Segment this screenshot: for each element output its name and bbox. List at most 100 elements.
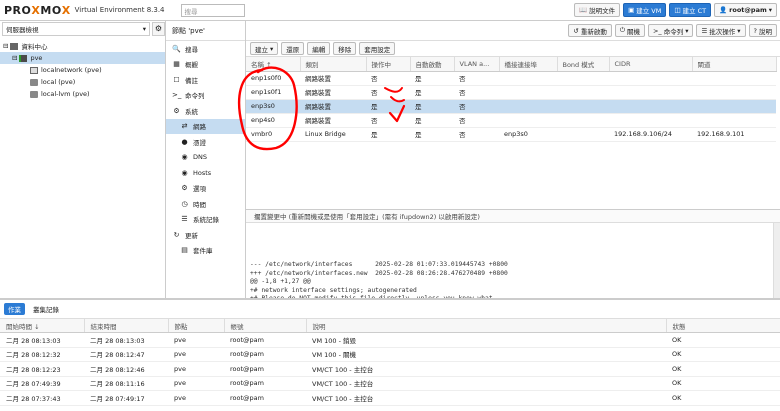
nav-item[interactable]: >_ 命令列 (166, 88, 245, 104)
column-header[interactable]: 帳號 (224, 318, 307, 333)
table-cell: 二月 28 08:12:32 (0, 347, 84, 362)
table-row[interactable]: enp4s0 網路裝置否是否 (246, 113, 776, 128)
bulk-actions-button[interactable]: ☰ 批次操作 ▾ (696, 24, 746, 37)
chevron-down-icon: ▾ (768, 6, 772, 14)
nav-icon: >_ (172, 91, 182, 100)
network-panel: ↺ 重新啟動 ⏻ 關機 >_ 命令列 ▾ ☰ 批次操作 ▾ ? 說明 建立 ▾ 還原 編輯 移除… (246, 21, 780, 298)
nav-item[interactable]: ● 憑證 (166, 134, 245, 150)
nav-item[interactable]: ◉ DNS (166, 150, 245, 166)
table-cell: 否 (454, 127, 499, 142)
table-cell: enp3s0 (246, 99, 300, 114)
table-cell (499, 85, 557, 100)
table-cell: vmbr0 (246, 127, 300, 142)
table-cell (557, 99, 609, 114)
nav-item-label: 系統記錄 (193, 216, 219, 225)
shutdown-button[interactable]: ⏻ 關機 (614, 24, 645, 37)
column-header[interactable]: 結束時間 (84, 318, 169, 333)
table-cell (692, 113, 776, 128)
reboot-button[interactable]: ↺ 重新啟動 (568, 24, 612, 37)
tab-cluster-log[interactable]: 叢集記錄 (29, 303, 63, 315)
table-row[interactable]: enp1s0f0 網路裝置否是否 (246, 71, 776, 86)
tree-node-pve[interactable]: ⊟ pve (0, 52, 165, 64)
nav-icon: ⇄ (181, 122, 188, 131)
nav-item[interactable]: ▦ 概觀 (166, 57, 245, 73)
column-header[interactable]: 閘道 (692, 57, 777, 72)
column-header[interactable]: 橋接連接埠 (499, 57, 558, 72)
column-header[interactable]: VLAN a... (454, 57, 500, 72)
table-cell: 是 (366, 99, 410, 114)
collapse-icon: ⊟ (12, 54, 18, 62)
tree-item[interactable]: localnetwork (pve) (0, 64, 165, 76)
create-vm-button[interactable]: ▣ 建立 VM (623, 3, 667, 17)
table-row[interactable]: vmbr0 Linux Bridge 是是否 enp3s0 192.168.9.106/… (246, 127, 776, 142)
tree-datacenter[interactable]: ⊟ 資料中心 (0, 40, 165, 52)
column-header[interactable]: 說明 (306, 318, 667, 333)
column-header[interactable]: Bond 模式 (557, 57, 610, 72)
create-ct-button[interactable]: ◫ 建立 CT (669, 3, 712, 17)
nav-item[interactable]: ↻ 更新 (166, 227, 245, 243)
search-input[interactable]: 搜尋 (180, 3, 245, 17)
column-header[interactable]: 狀態 (666, 318, 780, 333)
nav-icon: ◷ (181, 199, 188, 208)
diff-line: +++ /etc/network/interfaces.new 2025-02-… (250, 269, 508, 277)
table-cell: pve (168, 390, 224, 406)
nav-item[interactable]: ☰ 系統記錄 (166, 212, 245, 228)
table-cell: 是 (410, 71, 454, 86)
table-cell: 網路裝置 (300, 113, 366, 128)
revert-button[interactable]: 還原 (281, 42, 305, 55)
column-header[interactable]: 名稱 ↑ (246, 57, 301, 72)
column-header[interactable]: 自動啟動 (410, 57, 455, 72)
table-cell: 二月 28 08:12:23 (0, 361, 84, 377)
tree-item[interactable]: local (pve) (0, 76, 165, 88)
help-button[interactable]: ? 說明 (748, 24, 777, 37)
nav-item[interactable]: ⚙ 選項 (166, 181, 245, 197)
table-cell (557, 85, 609, 100)
table-cell: root@pam (224, 376, 306, 391)
table-cell: OK (666, 376, 780, 391)
column-header[interactable]: CIDR (609, 57, 693, 72)
top-header: PRO X MO X Virtual Environment 8.3.4 搜尋 📖 說明… (0, 0, 780, 21)
create-button[interactable]: 建立 ▾ (250, 42, 279, 55)
table-row[interactable]: 二月 28 08:13:03 二月 28 08:13:03 pve root@pam V… (0, 332, 780, 348)
collapse-icon: ⊟ (3, 42, 9, 50)
nav-item[interactable]: ◉ Hosts (166, 165, 245, 181)
nav-icon: ⚙ (173, 106, 180, 115)
tree-item[interactable]: local-lvm (pve) (0, 88, 165, 100)
table-row[interactable]: enp3s0 網路裝置是是否 (246, 99, 776, 114)
nav-item[interactable]: ☐ 備註 (166, 72, 245, 88)
user-menu-button[interactable]: 👤 root@pam ▾ (714, 3, 777, 17)
nav-item[interactable]: ◷ 時間 (166, 196, 245, 212)
nav-icon: ⚙ (181, 184, 188, 193)
nav-item-label: 憑證 (193, 138, 206, 147)
diff-line: +# network interface settings; autogener… (250, 286, 417, 294)
table-cell: 二月 28 08:13:03 (84, 332, 168, 348)
apply-config-button[interactable]: 套用設定 (359, 42, 396, 55)
column-header[interactable]: 開始時間 ↓ (0, 318, 85, 333)
table-row[interactable]: 二月 28 08:12:32 二月 28 08:12:47 pve root@pam V… (0, 347, 780, 362)
tab-tasks[interactable]: 作業 (4, 303, 25, 315)
diff-scrollbar[interactable] (773, 223, 780, 298)
nav-item[interactable]: 🔍 搜尋 (166, 41, 245, 57)
docs-button[interactable]: 📖 說明文件 (573, 3, 621, 17)
table-row[interactable]: enp1s0f1 網路裝置否是否 (246, 85, 776, 100)
table-row[interactable]: 二月 28 07:49:39 二月 28 08:11:16 pve root@pam V… (0, 376, 780, 391)
table-cell: OK (666, 390, 780, 406)
nav-item[interactable]: ⚙ 系統 (166, 103, 245, 119)
table-row[interactable]: 二月 28 07:37:43 二月 28 07:49:17 pve root@pam V… (0, 390, 780, 406)
column-header[interactable]: 操作中 (366, 57, 411, 72)
edit-button[interactable]: 編輯 (307, 42, 331, 55)
table-cell: OK (666, 332, 780, 348)
gear-icon[interactable]: ⚙ (152, 22, 165, 36)
table-cell: VM 100 - 銷毀 (306, 332, 666, 348)
nav-item[interactable]: ▤ 套件庫 (166, 243, 245, 259)
view-selector[interactable]: 伺服器檢視 ▾ (2, 22, 150, 36)
column-header[interactable]: 節點 (168, 318, 225, 333)
table-cell: 否 (454, 85, 499, 100)
remove-button[interactable]: 移除 (333, 42, 357, 55)
table-cell (609, 113, 692, 128)
column-header[interactable]: 類別 (300, 57, 367, 72)
table-cell: VM/CT 100 - 主控台 (306, 361, 666, 377)
shell-button[interactable]: >_ 命令列 ▾ (647, 24, 694, 37)
table-row[interactable]: 二月 28 08:12:23 二月 28 08:12:46 pve root@pam V… (0, 361, 780, 377)
nav-item[interactable]: ⇄ 網路 (166, 118, 245, 134)
